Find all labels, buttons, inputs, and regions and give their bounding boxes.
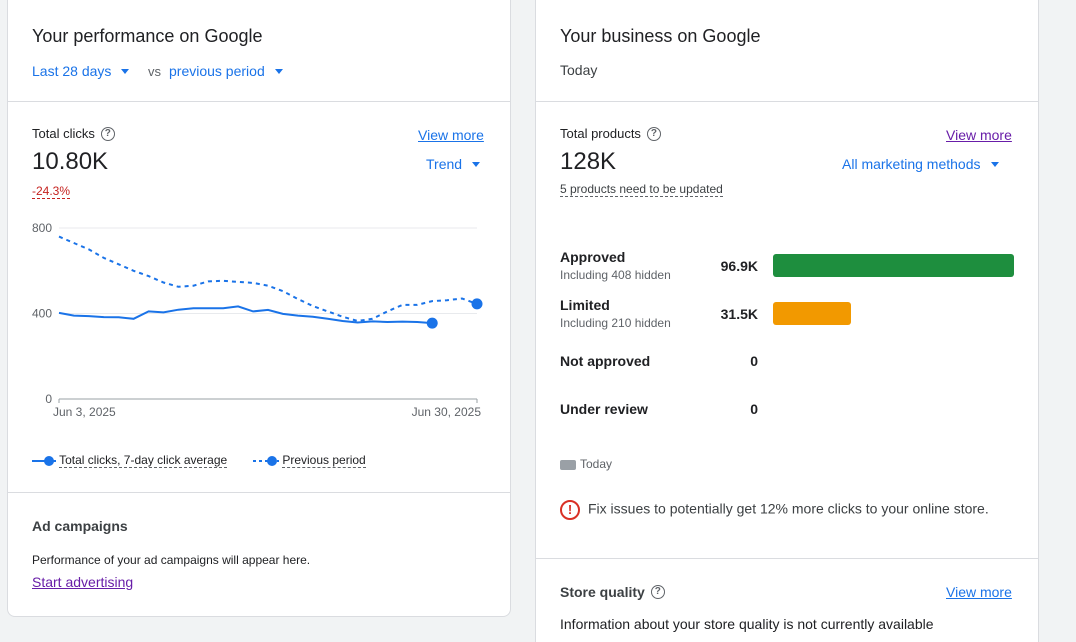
help-icon[interactable]: ?	[650, 585, 665, 600]
bar-value-limited: 31.5K	[720, 306, 758, 322]
view-more-link[interactable]: View more	[418, 127, 484, 143]
error-icon: !	[560, 500, 580, 520]
chevron-down-icon	[472, 161, 481, 167]
legend-solid-marker-icon	[32, 455, 56, 466]
compare-dropdown[interactable]: previous period	[169, 63, 283, 79]
bar-limited[interactable]	[773, 302, 852, 325]
series-end-point-current	[426, 317, 438, 329]
series-line-current	[58, 305, 433, 325]
issue-banner: ! Fix issues to potentially get 12% more …	[560, 500, 989, 520]
legend-previous[interactable]: Previous period	[253, 453, 366, 468]
series-line-previous	[58, 235, 478, 323]
chevron-down-icon	[274, 68, 283, 74]
bar-label-not-approved: Not approved	[560, 353, 651, 369]
help-icon[interactable]: ?	[100, 126, 115, 141]
bars-legend-label: Today	[580, 457, 613, 471]
legend-dashed-marker-icon	[253, 455, 279, 466]
change-value: -24.3%	[32, 184, 71, 199]
divider	[8, 101, 510, 102]
metric-label-row: Total products?	[560, 126, 661, 141]
x-tick-label: Jun 3, 2025	[53, 405, 116, 419]
date-range-dropdown[interactable]: Last 28 days	[32, 63, 130, 79]
chevron-down-icon	[121, 68, 130, 74]
store-quality-view-more-link[interactable]: View more	[946, 584, 1012, 600]
bars-legend: Today	[560, 457, 612, 471]
total-clicks-value: 10.80K	[32, 148, 109, 175]
ad-campaigns-title: Ad campaigns	[32, 518, 128, 534]
y-tick-label: 0	[45, 392, 52, 406]
trend-dropdown[interactable]: Trend	[426, 156, 481, 172]
products-update-note-label: 5 products need to be updated	[560, 182, 723, 197]
y-tick-label: 800	[32, 221, 52, 235]
divider	[536, 558, 1038, 559]
total-products-label: Total products	[560, 126, 641, 141]
bar-value-under-review: 0	[750, 401, 758, 417]
compare-label: previous period	[169, 63, 265, 79]
legend-current-label: Total clicks, 7-day click average	[59, 453, 228, 468]
bar-value-not-approved: 0	[750, 353, 758, 369]
business-subtitle: Today	[560, 62, 598, 78]
help-icon[interactable]: ?	[646, 126, 661, 141]
metric-label-row: Total clicks?	[32, 126, 115, 141]
performance-title: Your performance on Google	[32, 26, 263, 46]
start-advertising-link[interactable]: Start advertising	[32, 574, 133, 590]
divider	[536, 101, 1038, 102]
business-card: Your business on Google Today Total prod…	[535, 0, 1039, 642]
divider	[8, 492, 510, 493]
bar-label-limited: Limited	[560, 297, 610, 313]
chevron-down-icon	[990, 161, 999, 167]
legend-current[interactable]: Total clicks, 7-day click average	[32, 453, 228, 468]
bar-approved[interactable]	[773, 254, 1014, 277]
change-indicator: -24.3%	[32, 182, 71, 200]
clicks-line-chart: 0 400 800 Jun 3, 2025 Jun 30, 2025	[32, 221, 483, 419]
products-update-note[interactable]: 5 products need to be updated	[560, 182, 723, 197]
vs-label: vs	[148, 64, 161, 79]
issue-text: Fix issues to potentially get 12% more c…	[588, 500, 989, 517]
bar-sub-limited: Including 210 hidden	[560, 316, 671, 330]
ad-campaigns-text: Performance of your ad campaigns will ap…	[32, 553, 311, 567]
date-range-label: Last 28 days	[32, 63, 112, 79]
trend-label: Trend	[426, 156, 463, 172]
store-quality-title: Store quality	[560, 584, 645, 600]
marketing-methods-label: All marketing methods	[842, 156, 981, 172]
bar-value-approved: 96.9K	[720, 258, 758, 274]
bar-sub-approved: Including 408 hidden	[560, 268, 671, 282]
store-quality-text: Information about your store quality is …	[560, 616, 934, 632]
bar-label-under-review: Under review	[560, 401, 648, 417]
total-products-value: 128K	[560, 148, 617, 175]
series-end-point-previous	[471, 298, 483, 310]
performance-card: Your performance on Google Last 28 days …	[7, 0, 511, 617]
bar-label-approved: Approved	[560, 249, 626, 265]
legend-swatch-icon	[560, 459, 576, 470]
view-more-link[interactable]: View more	[946, 127, 1012, 143]
y-tick-label: 400	[32, 307, 52, 321]
legend-previous-label: Previous period	[282, 453, 366, 468]
x-tick-label: Jun 30, 2025	[412, 405, 482, 419]
store-quality-row: Store quality?	[560, 584, 665, 600]
marketing-methods-dropdown[interactable]: All marketing methods	[842, 156, 999, 172]
total-clicks-label: Total clicks	[32, 126, 95, 141]
business-title: Your business on Google	[560, 26, 761, 46]
